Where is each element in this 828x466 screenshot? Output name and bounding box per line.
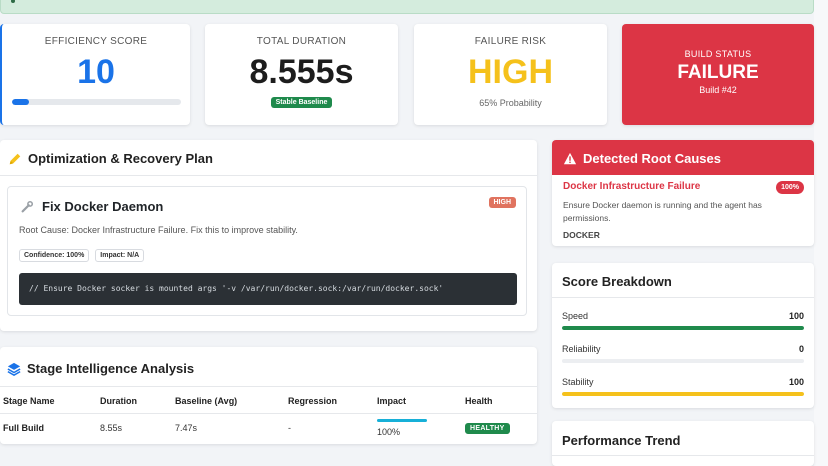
row-health-badge: HEALTHY: [465, 423, 510, 434]
performance-trend-title: Performance Trend: [562, 433, 681, 448]
col-baseline[interactable]: Baseline (Avg): [175, 396, 237, 406]
alert-banner: [0, 0, 814, 14]
table-divider: [0, 413, 537, 414]
stage-analysis-title: Stage Intelligence Analysis: [7, 361, 194, 376]
impact-chip: Impact: N/A: [95, 249, 145, 262]
score-breakdown-panel: Score Breakdown Speed 100 Reliability 0 …: [552, 263, 814, 408]
failure-risk-card: FAILURE RISK HIGH 65% Probability: [414, 24, 607, 125]
optimization-plan-header: Optimization & Recovery Plan: [0, 140, 537, 176]
pencil-icon: [9, 153, 21, 164]
efficiency-score-card: EFFICIENCY SCORE 10: [0, 24, 190, 125]
fix-recommendation-card: Fix Docker Daemon HIGH Root Cause: Docke…: [7, 186, 527, 316]
score-breakdown-header: Score Breakdown: [552, 263, 814, 298]
root-causes-header: Detected Root Causes: [552, 140, 814, 175]
col-regression[interactable]: Regression: [288, 396, 337, 406]
build-status-value: FAILURE: [677, 62, 759, 83]
fix-title: Fix Docker Daemon: [20, 199, 163, 214]
fix-chips: Confidence: 100% Impact: N/A: [19, 249, 145, 262]
fix-description: Root Cause: Docker Infrastructure Failur…: [19, 225, 298, 235]
row-baseline: 7.47s: [175, 423, 198, 433]
stability-bar: [562, 392, 804, 396]
performance-trend-panel: Performance Trend: [552, 421, 814, 466]
build-status-label: BUILD STATUS: [684, 49, 752, 59]
root-cause-confidence-badge: 100%: [776, 181, 804, 194]
efficiency-progress-bar: [12, 99, 181, 105]
row-duration: 8.55s: [100, 423, 123, 433]
stability-bar-fill: [562, 392, 804, 396]
banner-icon: [11, 0, 15, 3]
reliability-value: 0: [798, 344, 804, 354]
speed-value: 100: [788, 311, 804, 321]
row-impact-bar: [377, 419, 427, 422]
col-health[interactable]: Health: [465, 396, 493, 406]
wrench-icon: [21, 200, 34, 212]
optimization-plan-title-text: Optimization & Recovery Plan: [28, 151, 213, 166]
speed-bar: [562, 326, 804, 330]
layers-icon: [7, 362, 21, 376]
speed-bar-fill: [562, 326, 804, 330]
root-causes-panel: Detected Root Causes Docker Infrastructu…: [552, 140, 814, 246]
total-duration-label: TOTAL DURATION: [256, 36, 347, 47]
failure-risk-value: HIGH: [468, 53, 553, 91]
root-causes-title-text: Detected Root Causes: [583, 151, 721, 166]
total-duration-card: TOTAL DURATION 8.555s Stable Baseline: [205, 24, 398, 125]
col-impact[interactable]: Impact: [377, 396, 406, 406]
row-stage-name: Full Build: [3, 423, 44, 433]
stability-value: 100: [788, 377, 804, 387]
stable-baseline-badge: Stable Baseline: [270, 97, 333, 108]
fix-title-text: Fix Docker Daemon: [42, 199, 164, 214]
score-breakdown-title: Score Breakdown: [562, 274, 672, 289]
failure-risk-label: FAILURE RISK: [474, 36, 547, 47]
fix-code-snippet[interactable]: // Ensure Docker socker is mounted args …: [19, 273, 517, 305]
root-cause-title[interactable]: Docker Infrastructure Failure: [563, 181, 700, 192]
optimization-plan-title: Optimization & Recovery Plan: [8, 151, 213, 166]
row-regression: -: [288, 423, 291, 433]
reliability-label: Reliability: [562, 344, 601, 354]
row-impact: 100%: [377, 427, 401, 437]
root-cause-tag: DOCKER: [563, 230, 600, 240]
efficiency-progress-fill: [12, 99, 29, 105]
total-duration-value: 8.555s: [249, 53, 354, 91]
build-number: Build #42: [699, 85, 737, 95]
priority-badge: HIGH: [488, 197, 516, 208]
optimization-plan-panel: Optimization & Recovery Plan Fix Docker …: [0, 140, 537, 331]
root-causes-title: Detected Root Causes: [563, 151, 721, 166]
efficiency-score-label: EFFICIENCY SCORE: [44, 36, 148, 47]
performance-trend-header: Performance Trend: [552, 421, 814, 456]
warning-icon: [563, 152, 577, 164]
stability-label: Stability: [562, 377, 594, 387]
col-stage-name[interactable]: Stage Name: [3, 396, 55, 406]
col-duration[interactable]: Duration: [100, 396, 137, 406]
efficiency-score-value: 10: [77, 53, 115, 91]
stage-analysis-header: Stage Intelligence Analysis: [0, 347, 537, 387]
stage-analysis-panel: Stage Intelligence Analysis Stage Name D…: [0, 347, 537, 444]
build-status-card: BUILD STATUS FAILURE Build #42: [622, 24, 814, 125]
stage-analysis-title-text: Stage Intelligence Analysis: [27, 361, 195, 376]
reliability-bar: [562, 359, 804, 363]
failure-risk-probability: 65% Probability: [479, 98, 542, 108]
page-scroll-edge: [814, 0, 828, 466]
confidence-chip: Confidence: 100%: [19, 249, 90, 262]
speed-label: Speed: [562, 311, 589, 321]
root-cause-description: Ensure Docker daemon is running and the …: [563, 200, 762, 223]
